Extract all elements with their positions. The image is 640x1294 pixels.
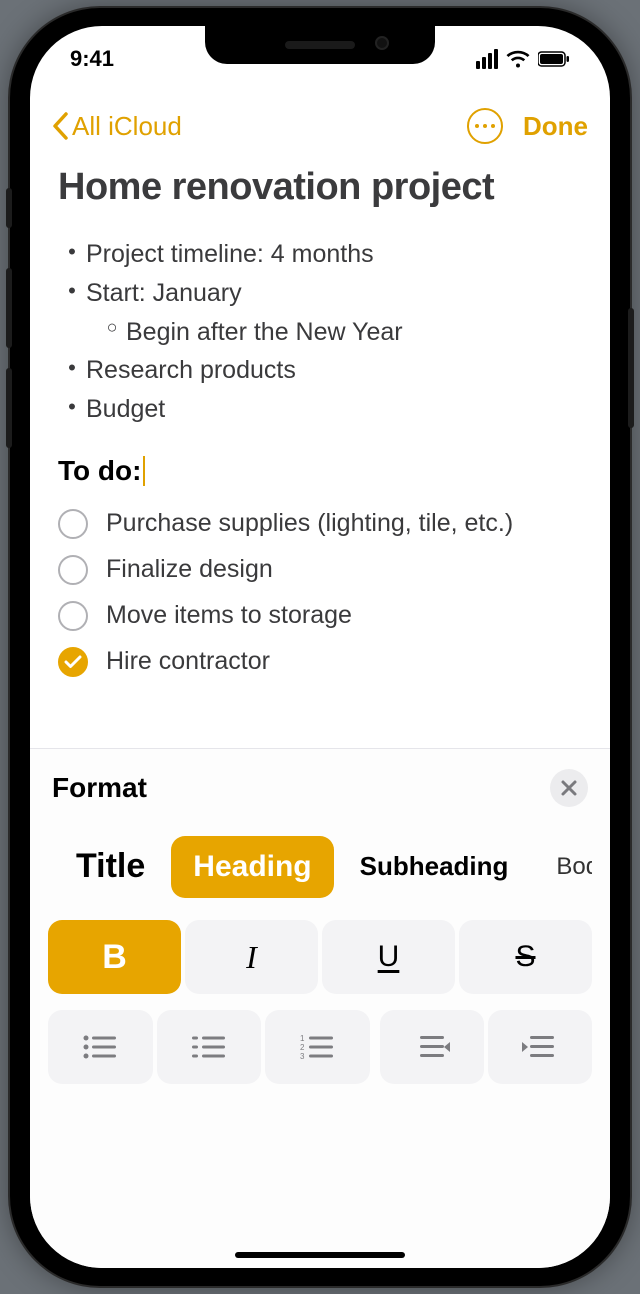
ellipsis-icon [475,124,495,128]
bullet-list-button[interactable] [48,1010,153,1084]
format-panel: Format Title Heading Subheading Body B I… [30,748,610,1268]
volume-down-button[interactable] [6,368,12,448]
panel-title: Format [52,772,147,804]
back-label: All iCloud [72,111,182,142]
close-button[interactable] [550,769,588,807]
wifi-icon [506,49,530,69]
section-heading[interactable]: To do: [58,455,582,487]
checklist-item[interactable]: Finalize design [58,547,582,593]
home-indicator[interactable] [235,1252,405,1258]
power-button[interactable] [628,308,634,428]
battery-icon [538,51,570,67]
status-indicators [476,49,570,69]
bullet-list[interactable]: •Project timeline: 4 months •Start: Janu… [58,235,582,429]
cellular-icon [476,49,498,69]
checkbox-checked[interactable] [58,647,88,677]
dash-list-button[interactable] [157,1010,262,1084]
done-button[interactable]: Done [523,111,588,142]
checkbox[interactable] [58,601,88,631]
screen: 9:41 All iCloud Done [30,26,610,1268]
strikethrough-button[interactable]: S [459,920,592,994]
checklist-item[interactable]: Hire contractor [58,639,582,685]
inline-format-row: B I U S [48,920,592,994]
bullet-list-icon [82,1033,118,1061]
style-subheading[interactable]: Subheading [338,837,531,896]
style-heading[interactable]: Heading [171,836,333,898]
note-editor[interactable]: Home renovation project •Project timelin… [58,166,582,748]
nav-bar: All iCloud Done [30,96,610,156]
chevron-left-icon [52,112,68,140]
checklist[interactable]: Purchase supplies (lighting, tile, etc.)… [58,501,582,685]
bold-button[interactable]: B [48,920,181,994]
checkbox[interactable] [58,555,88,585]
list-item[interactable]: •Start: January [58,274,582,313]
indent-icon [520,1033,560,1061]
note-title[interactable]: Home renovation project [58,166,582,209]
italic-button[interactable]: I [185,920,318,994]
paragraph-styles[interactable]: Title Heading Subheading Body [48,833,592,900]
numbered-list-button[interactable]: 1 2 3 [265,1010,370,1084]
svg-text:2: 2 [300,1043,305,1052]
device-frame: 9:41 All iCloud Done [10,8,630,1286]
status-bar: 9:41 [30,44,610,74]
svg-text:1: 1 [300,1034,305,1043]
indent-button[interactable] [488,1010,592,1084]
volume-up-button[interactable] [6,268,12,348]
checklist-item[interactable]: Move items to storage [58,593,582,639]
checklist-item[interactable]: Purchase supplies (lighting, tile, etc.) [58,501,582,547]
checkbox[interactable] [58,509,88,539]
status-time: 9:41 [70,46,114,72]
nav-actions: Done [467,108,588,144]
outdent-button[interactable] [380,1010,484,1084]
svg-text:3: 3 [300,1052,305,1061]
dash-list-icon [191,1033,227,1061]
list-item[interactable]: ○Begin after the New Year [58,313,582,352]
list-item[interactable]: •Project timeline: 4 months [58,235,582,274]
text-cursor [143,456,145,486]
underline-button[interactable]: U [322,920,455,994]
back-button[interactable]: All iCloud [52,111,182,142]
silent-switch[interactable] [6,188,12,228]
style-body[interactable]: Body [534,839,592,895]
checkmark-icon [64,655,82,669]
more-button[interactable] [467,108,503,144]
list-item[interactable]: •Research products [58,351,582,390]
close-icon [560,779,578,797]
list-format-row: 1 2 3 [48,1010,592,1084]
style-title[interactable]: Title [54,833,167,900]
list-item[interactable]: •Budget [58,390,582,429]
outdent-icon [412,1033,452,1061]
numbered-list-icon: 1 2 3 [299,1033,335,1061]
